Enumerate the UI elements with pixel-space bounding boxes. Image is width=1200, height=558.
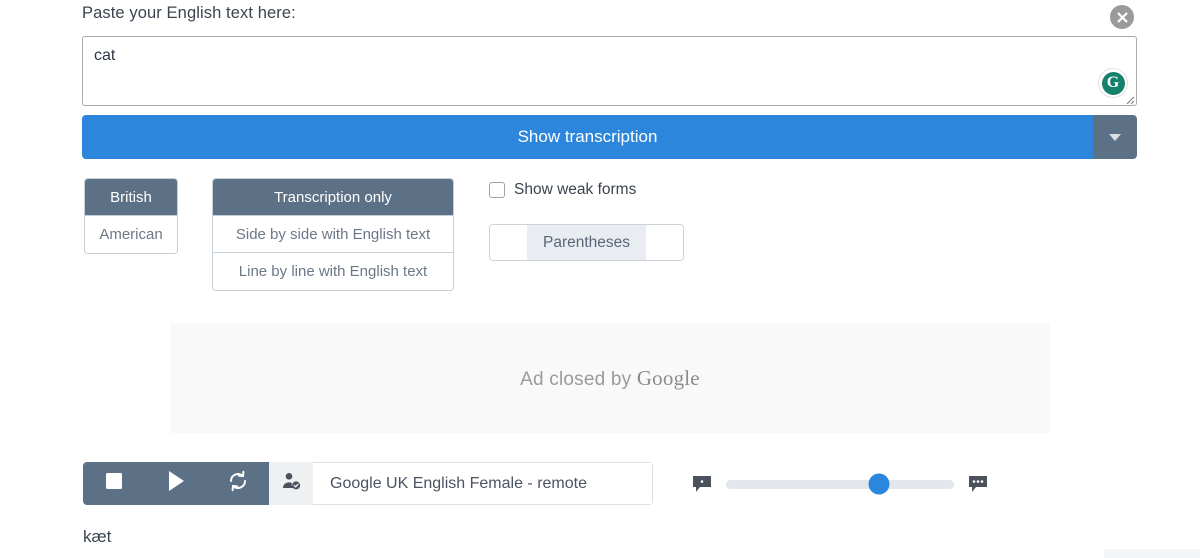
play-triangle-icon — [166, 470, 186, 497]
speech-rate-slider[interactable] — [726, 473, 954, 495]
loop-button[interactable] — [207, 462, 269, 505]
audio-player-toolbar: Google UK English Female - remote — [83, 462, 653, 505]
player-controls — [83, 462, 269, 505]
layout-option-group: Transcription only Side by side with Eng… — [212, 178, 454, 291]
speech-bubble-one-dot-icon[interactable] — [691, 473, 713, 495]
show-transcription-row: Show transcription — [82, 115, 1137, 159]
show-transcription-dropdown-button[interactable] — [1093, 115, 1137, 159]
text-input-area: G — [82, 36, 1137, 106]
grammarly-logo-icon[interactable]: G — [1098, 68, 1128, 98]
layout-option-line-by-line[interactable]: Line by line with English text — [213, 253, 453, 290]
voice-select[interactable]: Google UK English Female - remote — [313, 462, 653, 505]
parentheses-option-right[interactable] — [646, 225, 684, 260]
phonetic-transcriber-page: Paste your English text here: G Show tra… — [0, 0, 1200, 558]
ad-google-brand: Google — [636, 365, 700, 390]
voice-picker-button[interactable] — [269, 462, 313, 505]
show-weak-forms-label: Show weak forms — [514, 181, 637, 198]
grammarly-letter: G — [1101, 71, 1125, 95]
stop-button[interactable] — [83, 462, 145, 505]
show-transcription-button[interactable]: Show transcription — [82, 115, 1093, 159]
stop-square-icon — [104, 471, 124, 496]
ad-closed-prefix: Ad closed by — [520, 368, 637, 390]
loop-refresh-icon — [226, 469, 250, 498]
parentheses-option-parentheses[interactable]: Parentheses — [527, 225, 647, 260]
bottom-partial-strip — [1104, 549, 1200, 558]
close-icon — [1116, 11, 1129, 24]
parentheses-option-group: Parentheses — [489, 224, 685, 261]
ad-closed-message: Ad closed by Google — [520, 366, 700, 391]
parentheses-option-left[interactable] — [490, 225, 527, 260]
speech-rate-slider-thumb[interactable] — [868, 473, 890, 495]
accent-option-american[interactable]: American — [85, 216, 177, 253]
speech-bubble-three-dots-icon[interactable] — [967, 473, 989, 495]
ad-slot: Ad closed by Google — [170, 323, 1050, 433]
layout-option-transcription-only[interactable]: Transcription only — [213, 179, 453, 216]
page-title: Paste your English text here: — [82, 4, 296, 22]
person-check-icon — [281, 471, 301, 496]
speech-rate-control — [691, 470, 989, 498]
chevron-down-icon — [1109, 133, 1121, 141]
accent-option-british[interactable]: British — [85, 179, 177, 216]
play-button[interactable] — [145, 462, 207, 505]
show-weak-forms-checkbox[interactable] — [489, 182, 505, 198]
close-button[interactable] — [1110, 5, 1134, 29]
english-text-input[interactable] — [82, 36, 1137, 106]
accent-option-group: British American — [84, 178, 178, 254]
show-weak-forms-row: Show weak forms — [489, 181, 636, 199]
layout-option-side-by-side[interactable]: Side by side with English text — [213, 216, 453, 253]
transcription-output: kæt — [83, 527, 112, 546]
